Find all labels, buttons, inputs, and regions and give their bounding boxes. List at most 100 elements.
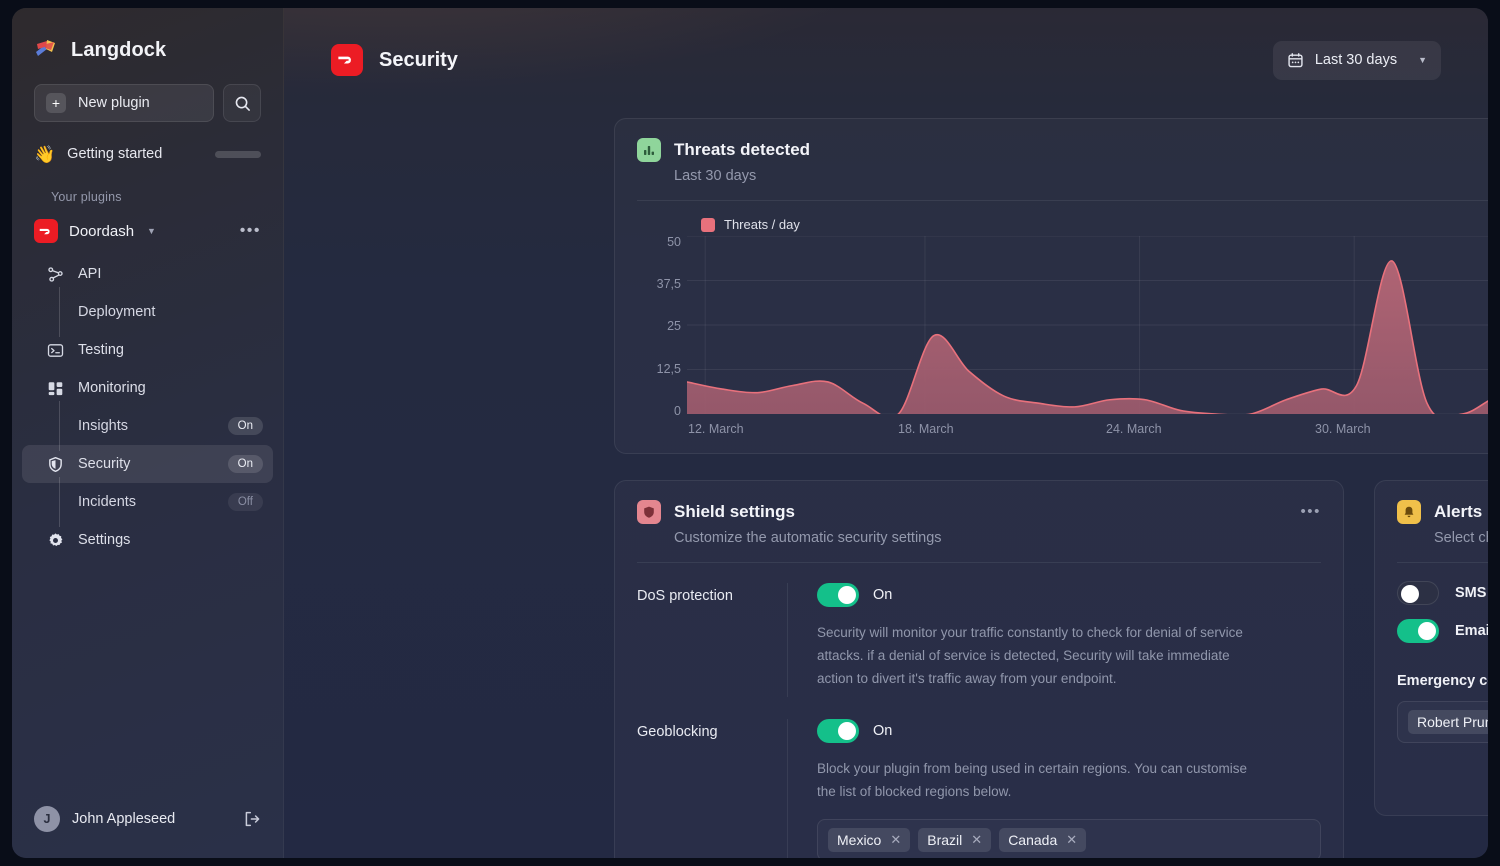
region-chip[interactable]: Canada ✕ xyxy=(999,828,1086,852)
x-axis-tick: 24. March xyxy=(1106,422,1162,436)
sidebar-actions: + New plugin xyxy=(12,62,283,122)
chip-label: Brazil xyxy=(927,832,962,848)
divider xyxy=(1397,562,1488,563)
sidebar-item-label: Settings xyxy=(78,532,273,548)
close-icon[interactable]: ✕ xyxy=(971,832,982,848)
plugin-selector-doordash[interactable]: Doordash ▼ ••• xyxy=(34,215,261,247)
card-title: Alerts xyxy=(1434,502,1482,522)
status-badge: On xyxy=(228,417,263,435)
sidebar-item-testing[interactable]: Testing xyxy=(22,331,273,369)
sidebar-section-label: Your plugins xyxy=(12,169,283,204)
x-axis-tick: 12. March xyxy=(688,422,744,436)
email-alerts-toggle[interactable] xyxy=(1397,619,1439,643)
setting-geoblocking: Geoblocking On Block your plugin from be… xyxy=(615,697,1343,858)
doordash-logo-icon xyxy=(331,44,363,76)
toggle-knob xyxy=(1401,585,1419,603)
shield-icon xyxy=(637,500,661,524)
terminal-icon xyxy=(46,341,65,360)
close-icon[interactable]: ✕ xyxy=(890,832,901,848)
region-chip[interactable]: Brazil ✕ xyxy=(918,828,991,852)
shield-settings-card: Shield settings ••• Customize the automa… xyxy=(614,480,1344,858)
getting-started-item[interactable]: 👋 Getting started xyxy=(34,139,261,169)
sidebar-item-label: Deployment xyxy=(78,304,273,320)
chevron-down-icon[interactable]: ▼ xyxy=(147,226,156,236)
card-menu-ellipsis-icon[interactable]: ••• xyxy=(1300,509,1321,515)
toggle-state-label: On xyxy=(873,723,892,739)
search-button[interactable] xyxy=(223,84,261,122)
plugin-menu-ellipsis-icon[interactable]: ••• xyxy=(240,227,261,235)
blocked-regions-input[interactable]: Mexico ✕ Brazil ✕ Canada ✕ xyxy=(817,819,1321,858)
app-window: Langdock + New plugin 👋 Getting started … xyxy=(12,8,1488,858)
card-header: Alerts ••• Select channels & recipients xyxy=(1375,481,1488,562)
sidebar-item-label: Security xyxy=(78,456,215,472)
card-header: Shield settings ••• Customize the automa… xyxy=(615,481,1343,562)
sidebar-item-insights[interactable]: Insights On xyxy=(22,407,273,445)
y-axis-tick: 37,5 xyxy=(657,277,681,291)
sidebar-item-label: Incidents xyxy=(78,494,215,510)
langdock-logo-icon xyxy=(34,38,60,62)
plus-icon: + xyxy=(46,93,66,113)
chevron-down-icon: ▼ xyxy=(1418,55,1427,65)
x-axis-tick: 18. March xyxy=(898,422,954,436)
bar-chart-icon xyxy=(637,138,661,162)
toggle-knob xyxy=(838,586,856,604)
status-badge: Off xyxy=(228,493,263,511)
contact-chip[interactable]: Robert Pruneseed ✕ xyxy=(1408,710,1488,734)
dos-protection-toggle[interactable] xyxy=(817,583,859,607)
legend-swatch xyxy=(701,218,715,232)
card-title: Threats detected xyxy=(674,140,810,160)
toggle-knob xyxy=(838,722,856,740)
emergency-contacts-input[interactable]: Robert Pruneseed ✕ xyxy=(1397,701,1488,743)
sidebar-item-settings[interactable]: Settings xyxy=(22,521,273,559)
brand-name: Langdock xyxy=(71,39,166,62)
card-subtitle: Select channels & recipients xyxy=(1434,530,1488,546)
sidebar-item-label: API xyxy=(78,266,273,282)
logout-icon[interactable] xyxy=(243,810,261,828)
sidebar-item-deployment[interactable]: Deployment xyxy=(22,293,273,331)
avatar: J xyxy=(34,806,60,832)
threats-area-chart xyxy=(687,236,1488,414)
date-range-value: Last 30 days xyxy=(1315,52,1397,68)
region-chip[interactable]: Mexico ✕ xyxy=(828,828,910,852)
page-header: Security Last 30 days ▼ xyxy=(284,8,1488,112)
status-badge: On xyxy=(228,455,263,473)
chart-legend: Threats / day xyxy=(615,201,1488,232)
chip-label: Canada xyxy=(1008,832,1057,848)
card-subtitle: Customize the automatic security setting… xyxy=(674,530,1321,546)
network-icon xyxy=(46,265,65,284)
setting-description: Security will monitor your traffic const… xyxy=(817,621,1269,691)
setting-label: DoS protection xyxy=(637,583,787,697)
y-axis-tick: 12,5 xyxy=(657,362,681,376)
close-icon[interactable]: ✕ xyxy=(1066,832,1077,848)
sidebar: Langdock + New plugin 👋 Getting started … xyxy=(12,8,284,858)
toggle-label: Email alerts xyxy=(1455,623,1488,639)
alerts-card: Alerts ••• Select channels & recipients … xyxy=(1374,480,1488,816)
main-content: Security Last 30 days ▼ xyxy=(284,8,1488,858)
sms-alerts-toggle[interactable] xyxy=(1397,581,1439,605)
chip-label: Robert Pruneseed xyxy=(1417,714,1488,730)
sms-alerts-row: SMS Alerts xyxy=(1375,581,1488,605)
sidebar-item-incidents[interactable]: Incidents Off xyxy=(22,483,273,521)
emergency-contacts-title: Emergency contacts xyxy=(1375,673,1488,689)
threats-detected-card: Threats detected ••• Last 30 days Threat… xyxy=(614,118,1488,454)
sidebar-item-label: Monitoring xyxy=(78,380,273,396)
doordash-logo-icon xyxy=(34,219,58,243)
setting-label: Geoblocking xyxy=(637,719,787,858)
new-plugin-label: New plugin xyxy=(78,95,150,111)
gear-icon xyxy=(46,531,65,550)
setting-dos-protection: DoS protection On Security will monitor … xyxy=(615,563,1343,697)
shield-icon xyxy=(46,455,65,474)
date-range-picker[interactable]: Last 30 days ▼ xyxy=(1273,41,1441,80)
sidebar-nav: API Deployment Testing xyxy=(12,255,283,559)
toggle-state-label: On xyxy=(873,587,892,603)
card-header: Threats detected ••• Last 30 days xyxy=(615,119,1488,200)
y-axis-tick: 0 xyxy=(674,404,681,418)
dashboard-icon xyxy=(46,379,65,398)
user-name: John Appleseed xyxy=(72,811,231,827)
card-title: Shield settings xyxy=(674,502,795,522)
toggle-label: SMS Alerts xyxy=(1455,585,1488,601)
search-icon xyxy=(234,95,251,112)
new-plugin-button[interactable]: + New plugin xyxy=(34,84,214,122)
bell-icon xyxy=(1397,500,1421,524)
geoblocking-toggle[interactable] xyxy=(817,719,859,743)
